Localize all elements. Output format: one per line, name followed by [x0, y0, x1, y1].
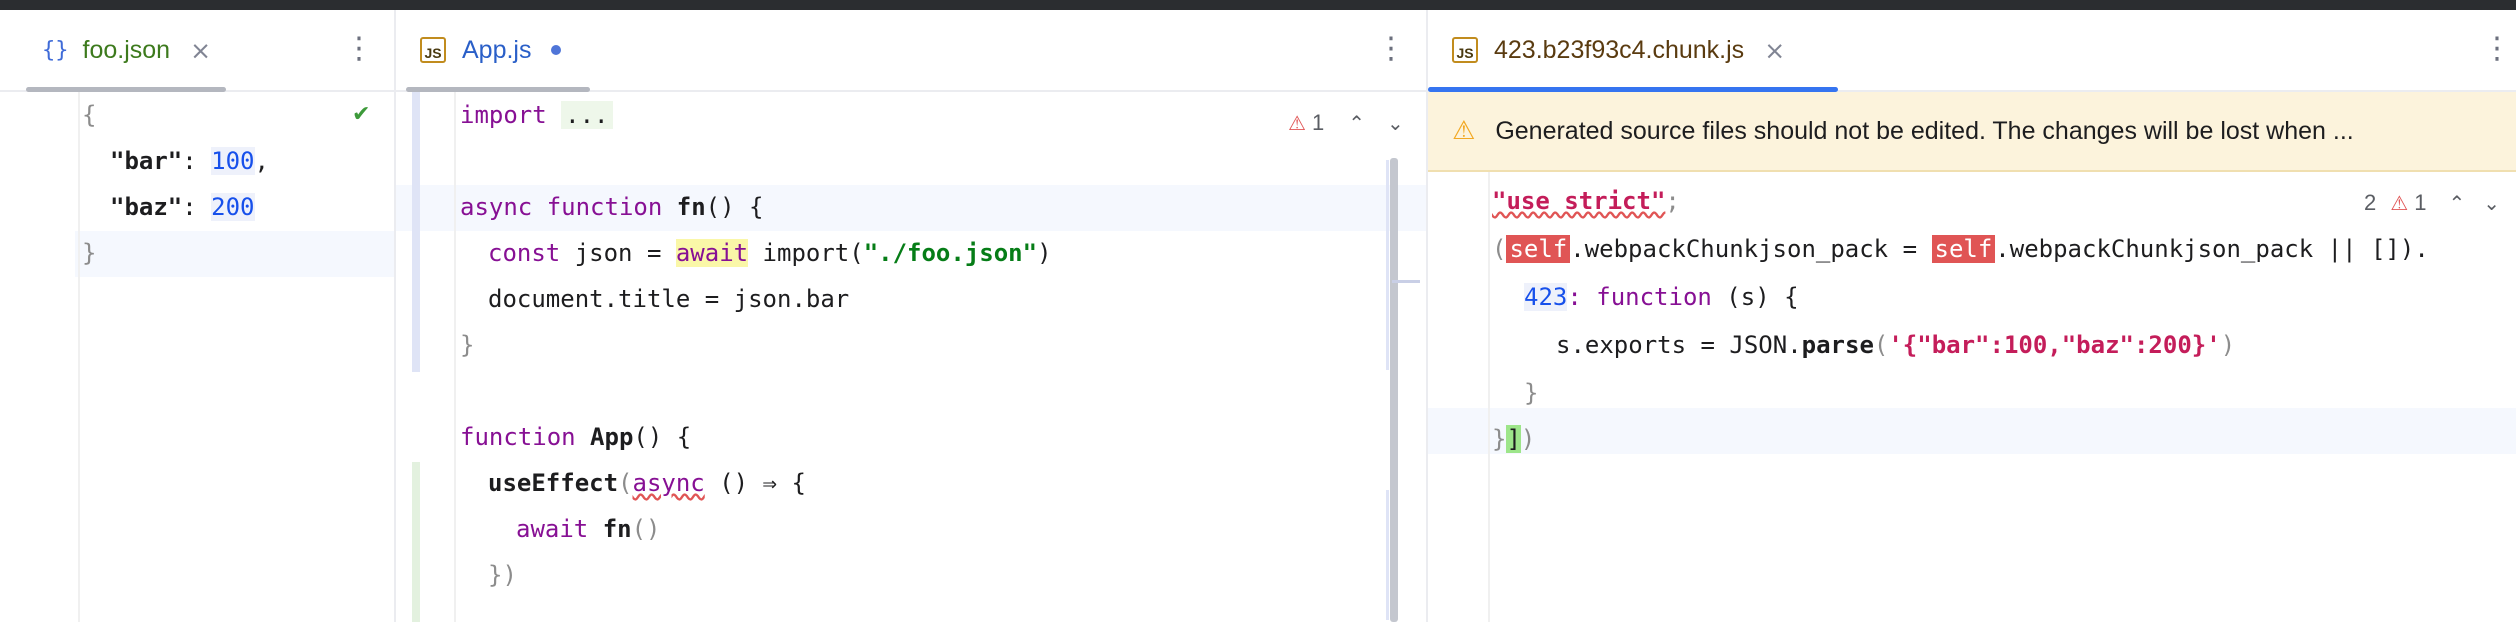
- next-problem-icon[interactable]: ⌄: [2483, 191, 2500, 216]
- warning-text: Generated source files should not be edi…: [1495, 116, 2354, 145]
- code-line: (self .webpackChunkjson_pack = self .webpa…: [1492, 235, 2429, 263]
- code-line: function App() {: [460, 423, 692, 451]
- window-top-strip: [0, 0, 2516, 10]
- no-problems-check-icon[interactable]: ✔: [352, 102, 370, 127]
- javascript-file-icon: JS: [1452, 37, 1478, 63]
- tab-bar: JS 423.b23f93c4.chunk.js × ⋮: [1428, 10, 2516, 92]
- more-options-icon[interactable]: ⋮: [1376, 30, 1406, 70]
- editor-pane-chunk-js: JS 423.b23f93c4.chunk.js × ⋮ ⚠ Generated…: [1428, 10, 2516, 622]
- code-line: const json = await import("./foo.json"): [488, 239, 1052, 267]
- code-line: {: [82, 101, 97, 129]
- tab-app-js[interactable]: JS App.js: [406, 10, 590, 92]
- vcs-added-marker[interactable]: [412, 462, 420, 622]
- code-line: import ...: [460, 92, 613, 138]
- scrollbar-marker: [1392, 280, 1420, 283]
- generated-file-warning-banner: ⚠ Generated source files should not be e…: [1428, 92, 2516, 172]
- tab-chunk-js[interactable]: JS 423.b23f93c4.chunk.js ×: [1428, 10, 1838, 92]
- javascript-file-icon: JS: [420, 37, 446, 63]
- code-area[interactable]: { "bar": 100, "baz": 200 }: [82, 92, 382, 612]
- code-line: async function fn() {: [460, 193, 764, 221]
- json-file-icon: {}: [42, 37, 69, 63]
- code-line: await fn(): [516, 515, 661, 543]
- scroll-change-marker: [1386, 490, 1389, 620]
- code-line: 423: function (s) {: [1524, 283, 1799, 311]
- tab-bar: JS App.js ⋮: [396, 10, 1426, 92]
- tab-bar: {} foo.json × ⋮: [0, 10, 394, 92]
- editor-pane-app-js: JS App.js ⋮ import ... async function fn…: [396, 10, 1426, 622]
- code-line: "baz": 200: [110, 193, 255, 221]
- code-line: useEffect(async () ⇒ {: [488, 469, 806, 497]
- inspection-widget[interactable]: 2 ⚠ 1 ⌃ ⌄: [2364, 190, 2500, 216]
- warning-icon: ⚠: [1452, 116, 1476, 146]
- code-line: }: [1524, 379, 1539, 407]
- vcs-change-marker[interactable]: [412, 92, 420, 372]
- code-line: }: [82, 239, 97, 267]
- code-area[interactable]: import ... async function fn() { const j…: [460, 92, 1320, 612]
- error-count: 1: [2414, 190, 2427, 215]
- weak-warning-count: 2: [2364, 190, 2377, 215]
- code-line: s.exports = JSON.parse('{"bar":100,"baz"…: [1556, 331, 2236, 359]
- code-line: document.title = json.bar: [488, 285, 850, 313]
- code-line: }): [488, 561, 517, 589]
- code-area[interactable]: "use strict"; (self .webpackChunkjson_pac…: [1492, 178, 2502, 618]
- gutter-divider: [78, 92, 80, 622]
- code-line: "use strict";: [1492, 187, 1680, 215]
- modified-indicator-icon: [551, 45, 562, 55]
- more-options-icon[interactable]: ⋮: [344, 30, 374, 70]
- editor-pane-foo-json: {} foo.json × ⋮ { "bar": 100, "baz": 200…: [0, 10, 394, 622]
- previous-problem-icon[interactable]: ⌃: [1348, 111, 1365, 136]
- scroll-change-marker: [1386, 160, 1389, 370]
- tab-label: foo.json: [82, 35, 171, 64]
- error-icon: ⚠: [2390, 191, 2409, 215]
- folded-imports[interactable]: ...: [561, 101, 613, 129]
- error-icon: ⚠: [1288, 111, 1306, 135]
- inspection-widget[interactable]: ⚠ 1 ⌃ ⌄: [1288, 110, 1404, 136]
- next-problem-icon[interactable]: ⌄: [1387, 111, 1404, 136]
- code-line: }: [460, 331, 475, 359]
- tab-foo-json[interactable]: {} foo.json ×: [26, 10, 226, 92]
- close-icon[interactable]: ×: [1764, 36, 1785, 65]
- code-line: "bar": 100,: [110, 147, 269, 175]
- gutter: [0, 92, 75, 622]
- tab-label: 423.b23f93c4.chunk.js: [1494, 35, 1745, 64]
- previous-problem-icon[interactable]: ⌃: [2448, 191, 2465, 216]
- gutter-divider: [1488, 172, 1490, 622]
- code-line: }]): [1492, 425, 1536, 453]
- tab-label: App.js: [462, 35, 532, 64]
- more-options-icon[interactable]: ⋮: [2482, 30, 2512, 70]
- close-icon[interactable]: ×: [190, 36, 211, 65]
- vertical-scrollbar[interactable]: [1390, 158, 1398, 622]
- gutter-divider: [454, 92, 456, 622]
